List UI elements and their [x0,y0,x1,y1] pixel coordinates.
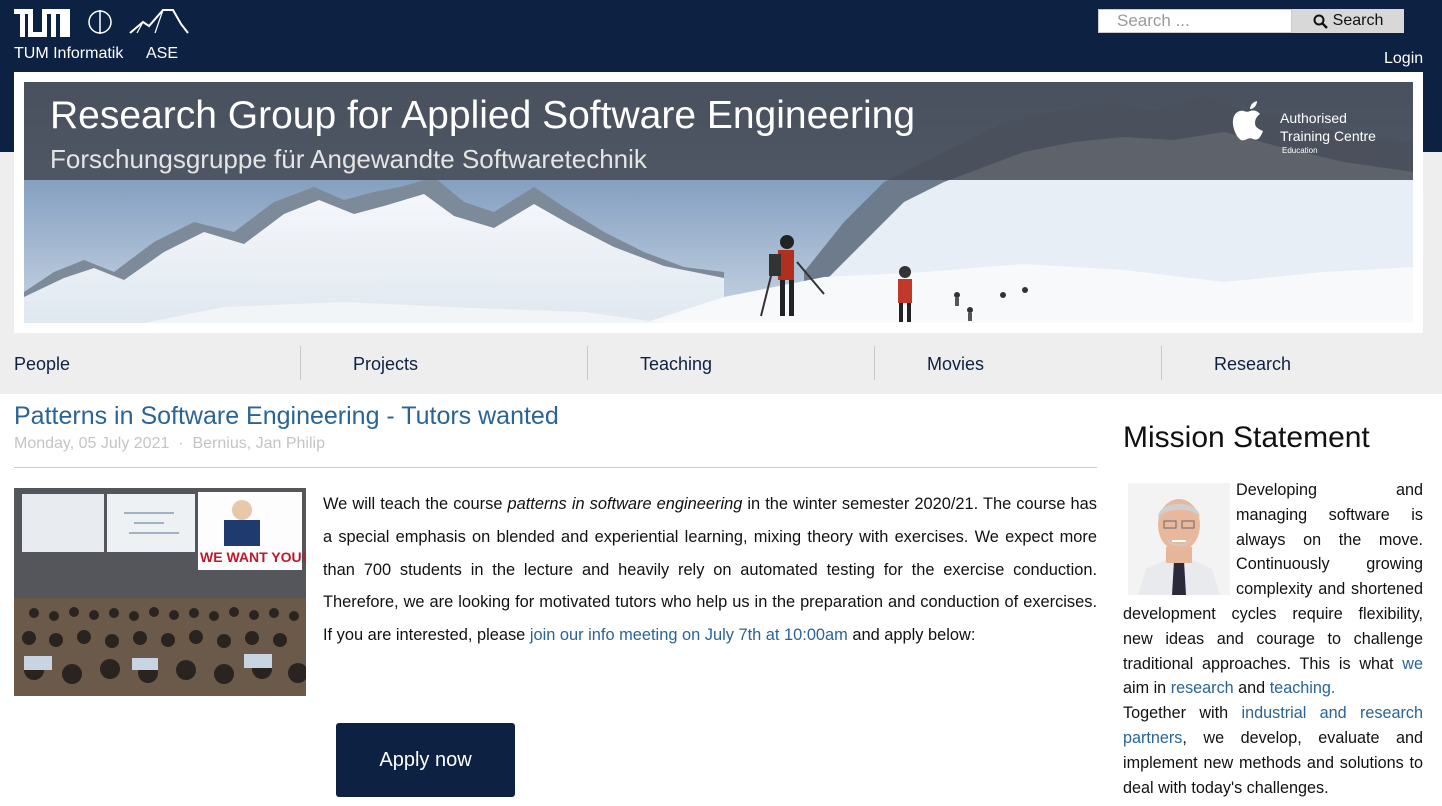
article-date: Monday, 05 July 2021 [14,435,170,452]
mission-text: aim in [1123,679,1171,698]
mission-text: and [1233,679,1270,698]
banner-title: Research Group for Applied Software Engi… [50,94,916,137]
nav-item-people[interactable]: People [14,354,70,375]
search-input[interactable] [1098,9,1292,33]
divider [14,467,1097,468]
article-author: Bernius, Jan Philip [192,435,325,452]
body-text: and apply below: [847,626,976,645]
nav-divider [587,346,588,380]
teaching-link[interactable]: teaching. [1270,679,1336,697]
search-button[interactable]: Search [1292,9,1404,33]
mission-text: Together with [1123,704,1242,723]
atc-line-2: Training Centre [1280,128,1376,144]
atc-line-1: Authorised [1280,110,1347,126]
meta-separator: · [178,435,184,452]
body-text: We will teach the course [323,495,508,513]
atc-line-3: Education [1282,146,1318,155]
article-meta: Monday, 05 July 2021 · Bernius, Jan Phil… [14,435,325,453]
lecture-hall-photo: WE WANT YOU! [14,488,306,696]
banner: Research Group for Applied Software Engi… [24,82,1413,323]
banner-subtitle: Forschungsgruppe für Angewandte Software… [50,144,647,174]
ase-mountain-logo[interactable] [129,8,189,36]
nav-divider [874,346,875,380]
login-link[interactable]: Login [1384,50,1423,68]
we-link[interactable]: we [1402,655,1423,673]
tum-logo[interactable] [14,9,70,37]
info-meeting-link[interactable]: join our info meeting on July 7th at 10:… [530,626,848,644]
nav-item-teaching[interactable]: Teaching [640,354,712,375]
nav-divider [300,346,301,380]
course-name: patterns in software engineering [507,495,743,513]
nav-item-research[interactable]: Research [1214,354,1291,375]
nav-divider [1161,346,1162,380]
apple-logo [1232,101,1263,141]
apply-now-button[interactable]: Apply now [336,723,515,797]
informatik-logo[interactable] [87,9,113,35]
article-body: We will teach the course patterns in sof… [323,488,1097,652]
ase-link[interactable]: ASE [146,45,178,63]
research-link[interactable]: research [1171,679,1234,697]
nav-item-movies[interactable]: Movies [927,354,984,375]
tum-informatik-link[interactable]: TUM Informatik [14,45,123,63]
lecture-hall-illustration: WE WANT YOU! [14,488,306,696]
article-title-link[interactable]: Patterns in Software Engineering - Tutor… [14,402,559,431]
search-button-label: Search [1332,12,1384,29]
nav-item-projects[interactable]: Projects [353,354,418,375]
mission-statement-title: Mission Statement [1123,421,1370,454]
magnifier-icon [1313,14,1328,29]
we-want-you-text: WE WANT YOU! [200,549,306,565]
mission-statement-text: Developing and managing software is alwa… [1123,478,1423,800]
body-text: in the winter semester 2020/21. The cour… [323,495,1097,645]
